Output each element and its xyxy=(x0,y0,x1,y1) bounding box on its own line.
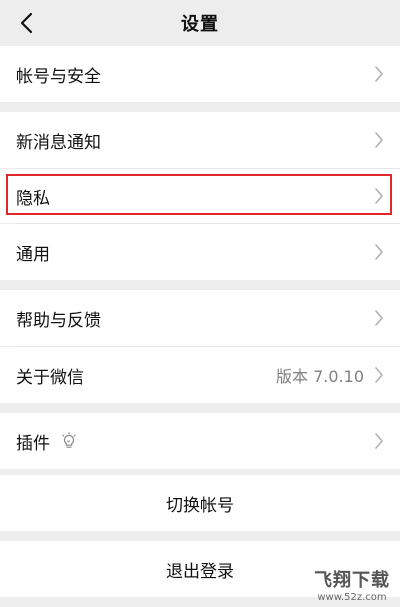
lightbulb-icon xyxy=(62,432,76,448)
switch-account-button[interactable]: 切换帐号 xyxy=(0,475,400,531)
about-wechat-item[interactable]: 关于微信 版本 7.0.10 xyxy=(0,347,400,403)
help-feedback-label: 帮助与反馈 xyxy=(16,310,101,331)
chevron-right-icon xyxy=(375,310,383,326)
page-title: 设置 xyxy=(181,14,219,35)
chevron-right-icon xyxy=(375,433,383,449)
general-item[interactable]: 通用 xyxy=(0,224,400,280)
notifications-label: 新消息通知 xyxy=(16,132,101,153)
chevron-right-icon xyxy=(375,66,383,82)
chevron-right-icon xyxy=(375,132,383,148)
privacy-highlight-frame xyxy=(6,174,392,215)
chevron-right-icon xyxy=(375,244,383,260)
account-security-label: 帐号与安全 xyxy=(16,66,101,87)
nav-bar: 设置 xyxy=(0,0,400,46)
chevron-right-icon xyxy=(375,367,383,383)
switch-account-label: 切换帐号 xyxy=(166,495,234,516)
watermark-title: 飞翔下载 xyxy=(314,570,390,591)
account-security-item[interactable]: 帐号与安全 xyxy=(0,46,400,102)
watermark-url: www.52z.com xyxy=(317,592,387,603)
about-wechat-label: 关于微信 xyxy=(16,367,84,388)
plugins-label: 插件 xyxy=(16,433,50,454)
plugins-item[interactable]: 插件 xyxy=(0,413,400,469)
notifications-item[interactable]: 新消息通知 xyxy=(0,112,400,168)
watermark: 飞翔下载 www.52z.com xyxy=(314,566,390,603)
general-label: 通用 xyxy=(16,244,50,265)
version-value: 版本 7.0.10 xyxy=(276,367,364,386)
help-feedback-item[interactable]: 帮助与反馈 xyxy=(0,290,400,346)
